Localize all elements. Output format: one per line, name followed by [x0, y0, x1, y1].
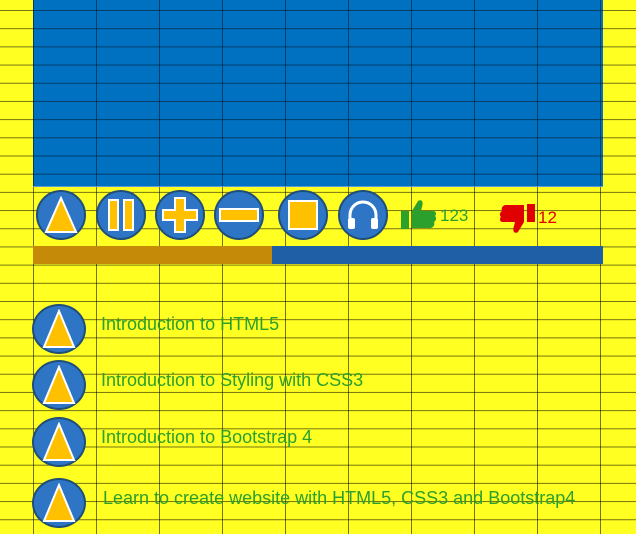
dislike-count: 12 [538, 208, 557, 227]
audio-button[interactable] [338, 190, 388, 240]
headphones-icon [348, 200, 378, 229]
volume-down-button[interactable] [214, 190, 264, 240]
dislike-button[interactable] [498, 202, 536, 241]
playlist-item-play-button[interactable] [32, 478, 86, 528]
like-count: 123 [440, 206, 469, 225]
playlist-item-play-button[interactable] [32, 417, 86, 467]
play-button[interactable] [36, 190, 86, 240]
playlist-item-label[interactable]: Introduction to Bootstrap 4 [101, 427, 312, 448]
like-button[interactable] [400, 198, 438, 237]
playlist-item-label[interactable]: Introduction to Styling with CSS3 [101, 370, 363, 391]
stop-icon [288, 200, 318, 230]
thumbs-up-icon [401, 200, 437, 229]
stop-button[interactable] [278, 190, 328, 240]
play-icon [42, 365, 76, 404]
pause-button[interactable] [96, 190, 146, 240]
playlist-item-label[interactable]: Learn to create website with HTML5, CSS3… [103, 488, 575, 509]
playlist-item-play-button[interactable] [32, 304, 86, 354]
volume-up-button[interactable] [155, 190, 205, 240]
progress-bar[interactable] [33, 246, 603, 264]
pause-icon [108, 199, 134, 231]
play-icon [42, 483, 76, 522]
thumbs-down-icon [499, 204, 535, 233]
playlist-item-label[interactable]: Introduction to HTML5 [101, 314, 279, 335]
plus-icon [162, 197, 198, 233]
play-icon [42, 422, 76, 461]
play-icon [42, 309, 76, 348]
progress-played [33, 246, 273, 264]
video-screen[interactable] [33, 0, 603, 187]
minus-icon [219, 208, 259, 222]
playlist-item-play-button[interactable] [32, 360, 86, 410]
play-icon [44, 196, 78, 233]
